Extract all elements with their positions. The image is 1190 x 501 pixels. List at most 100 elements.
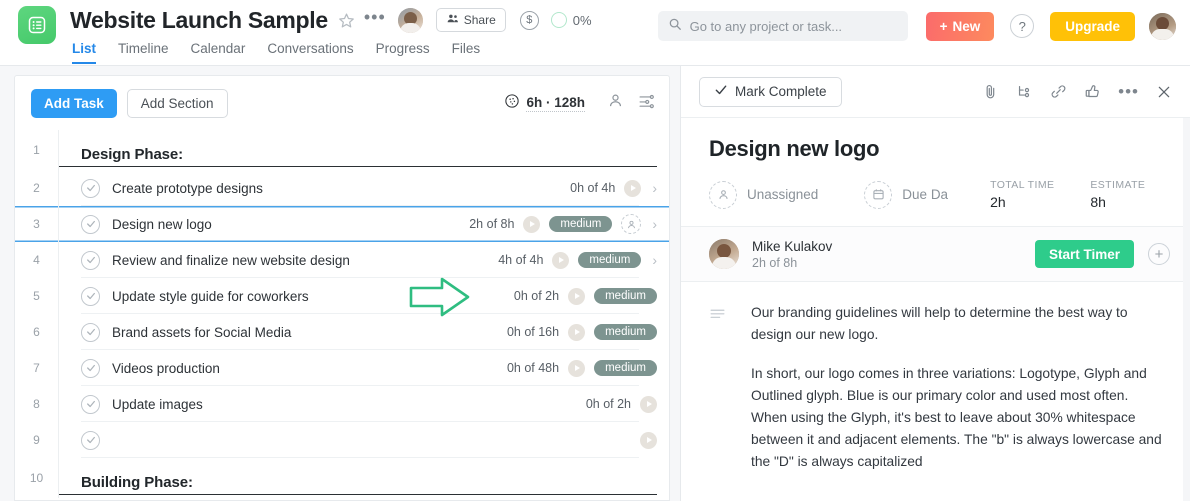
estimate-value: 8h [1090, 194, 1106, 210]
row-number: 6 [15, 314, 59, 350]
task-checkbox[interactable] [81, 322, 100, 342]
task-checkbox[interactable] [81, 358, 100, 378]
time-summary[interactable]: 6h · 128h [504, 93, 585, 114]
task-checkbox[interactable] [81, 394, 100, 414]
task-row-body[interactable]: Review and finalize new website design 4… [59, 242, 669, 278]
tab-calendar[interactable]: Calendar [191, 41, 246, 64]
start-timer-button[interactable]: Start Timer [1034, 240, 1134, 268]
task-row-body[interactable]: Design new logo 2h of 8h medium › [59, 206, 669, 242]
search-input[interactable] [689, 18, 898, 34]
row-number: 2 [15, 170, 59, 206]
project-tabs: List Timeline Calendar Conversations Pro… [70, 41, 592, 64]
new-button[interactable]: + New [925, 11, 995, 41]
close-icon[interactable] [1156, 84, 1172, 100]
table-row[interactable]: 8 Update images 0h of 2h [15, 386, 669, 422]
table-row[interactable]: 7 Videos production 0h of 48h medium [15, 350, 669, 386]
priority-badge[interactable]: medium [594, 360, 657, 376]
task-row-body[interactable] [59, 422, 669, 458]
play-timer-icon[interactable] [568, 287, 586, 305]
play-timer-icon[interactable] [624, 179, 642, 197]
row-number: 8 [15, 386, 59, 422]
member-avatar[interactable] [397, 7, 423, 33]
attachment-icon[interactable] [982, 83, 999, 100]
dollar-circle-icon[interactable]: $ [519, 10, 539, 30]
mark-complete-button[interactable]: Mark Complete [699, 76, 842, 107]
play-timer-icon[interactable] [523, 215, 541, 233]
section-body[interactable]: Building Phase: [59, 458, 669, 498]
play-timer-icon[interactable] [568, 323, 586, 341]
chevron-right-icon[interactable]: › [652, 180, 657, 196]
task-checkbox[interactable] [81, 214, 100, 234]
task-row-body[interactable]: Create prototype designs 0h of 4h › [59, 170, 669, 206]
add-section-button[interactable]: Add Section [126, 88, 228, 118]
add-assignee-icon[interactable]: + [1148, 243, 1170, 265]
chevron-right-icon[interactable]: › [652, 252, 657, 268]
chevron-right-icon[interactable]: › [652, 216, 657, 232]
task-row-body[interactable]: Videos production 0h of 48h medium [59, 350, 669, 386]
task-row-body[interactable]: Update style guide for coworkers 0h of 2… [59, 278, 669, 314]
play-timer-icon[interactable] [640, 431, 657, 449]
subtask-icon[interactable] [1016, 83, 1033, 100]
task-detail-title[interactable]: Design new logo [709, 136, 1170, 162]
tab-timeline[interactable]: Timeline [118, 41, 169, 64]
task-name: Create prototype designs [112, 180, 263, 196]
table-row[interactable]: 6 Brand assets for Social Media 0h of 16… [15, 314, 669, 350]
task-row-body[interactable]: Brand assets for Social Media 0h of 16h … [59, 314, 669, 350]
task-hours: 0h of 48h [506, 361, 560, 375]
play-timer-icon[interactable] [552, 251, 570, 269]
ellipsis-icon[interactable]: ••• [1118, 83, 1139, 100]
play-timer-icon[interactable] [568, 359, 586, 377]
list-toolbar: Add Task Add Section 6h · 128h [15, 76, 669, 130]
task-name: Design new logo [112, 216, 212, 232]
description-paragraph-1: Our branding guidelines will help to det… [751, 305, 1128, 342]
task-checkbox[interactable] [81, 286, 100, 306]
project-more-icon[interactable]: ••• [364, 8, 386, 28]
task-checkbox[interactable] [81, 178, 100, 198]
worker-avatar[interactable] [709, 239, 739, 269]
check-icon [714, 83, 728, 100]
table-row[interactable]: 2 Create prototype designs 0h of 4h › [15, 170, 669, 206]
description-text[interactable]: Our branding guidelines will help to det… [751, 302, 1164, 490]
table-row[interactable]: 5 Update style guide for coworkers 0h of… [15, 278, 669, 314]
task-row-meta: 0h of 16h medium [507, 323, 657, 341]
global-search[interactable] [657, 11, 908, 41]
link-icon[interactable] [1050, 83, 1067, 100]
person-icon[interactable] [607, 92, 624, 114]
description-block: Our branding guidelines will help to det… [681, 282, 1190, 490]
table-row[interactable]: 4 Review and finalize new website design… [15, 242, 669, 278]
tab-files[interactable]: Files [452, 41, 481, 64]
estimate-field[interactable]: ESTIMATE 8h [1090, 179, 1145, 210]
tab-progress[interactable]: Progress [376, 41, 430, 64]
assignee-placeholder-icon[interactable] [621, 214, 642, 234]
thumbs-up-icon[interactable] [1084, 83, 1101, 100]
header-actions: + New ? Upgrade [657, 0, 1190, 52]
star-icon[interactable] [338, 12, 355, 29]
task-hours: 4h of 4h [498, 253, 544, 267]
assignee-field[interactable]: Unassigned [709, 180, 818, 209]
progress-ring-icon [550, 12, 567, 28]
play-timer-icon[interactable] [640, 395, 657, 413]
row-number: 5 [15, 278, 59, 314]
task-checkbox[interactable] [81, 430, 100, 450]
table-row-selected[interactable]: 3 Design new logo 2h of 8h medium › [15, 206, 669, 242]
description-lines-icon [709, 302, 735, 490]
share-button[interactable]: Share [435, 8, 506, 32]
table-row-empty[interactable]: 9 [15, 422, 669, 458]
priority-badge[interactable]: medium [594, 324, 657, 340]
tab-list[interactable]: List [72, 41, 97, 64]
task-row-body[interactable]: Update images 0h of 2h [59, 386, 669, 422]
priority-badge[interactable]: medium [549, 216, 613, 232]
tab-conversations[interactable]: Conversations [267, 41, 353, 64]
detail-scrollbar[interactable] [1183, 118, 1190, 501]
add-task-button[interactable]: Add Task [31, 88, 117, 118]
section-body[interactable]: Design Phase: [59, 130, 669, 170]
help-icon[interactable]: ? [1010, 14, 1035, 38]
sliders-icon[interactable] [638, 92, 655, 114]
task-checkbox[interactable] [81, 250, 100, 270]
upgrade-button[interactable]: Upgrade [1050, 11, 1135, 41]
due-date-field[interactable]: Due Da [864, 180, 948, 209]
priority-badge[interactable]: medium [578, 252, 642, 268]
user-avatar[interactable] [1149, 12, 1176, 40]
priority-badge[interactable]: medium [594, 288, 657, 304]
worker-time-row: Mike Kulakov 2h of 8h Start Timer + [681, 226, 1190, 282]
